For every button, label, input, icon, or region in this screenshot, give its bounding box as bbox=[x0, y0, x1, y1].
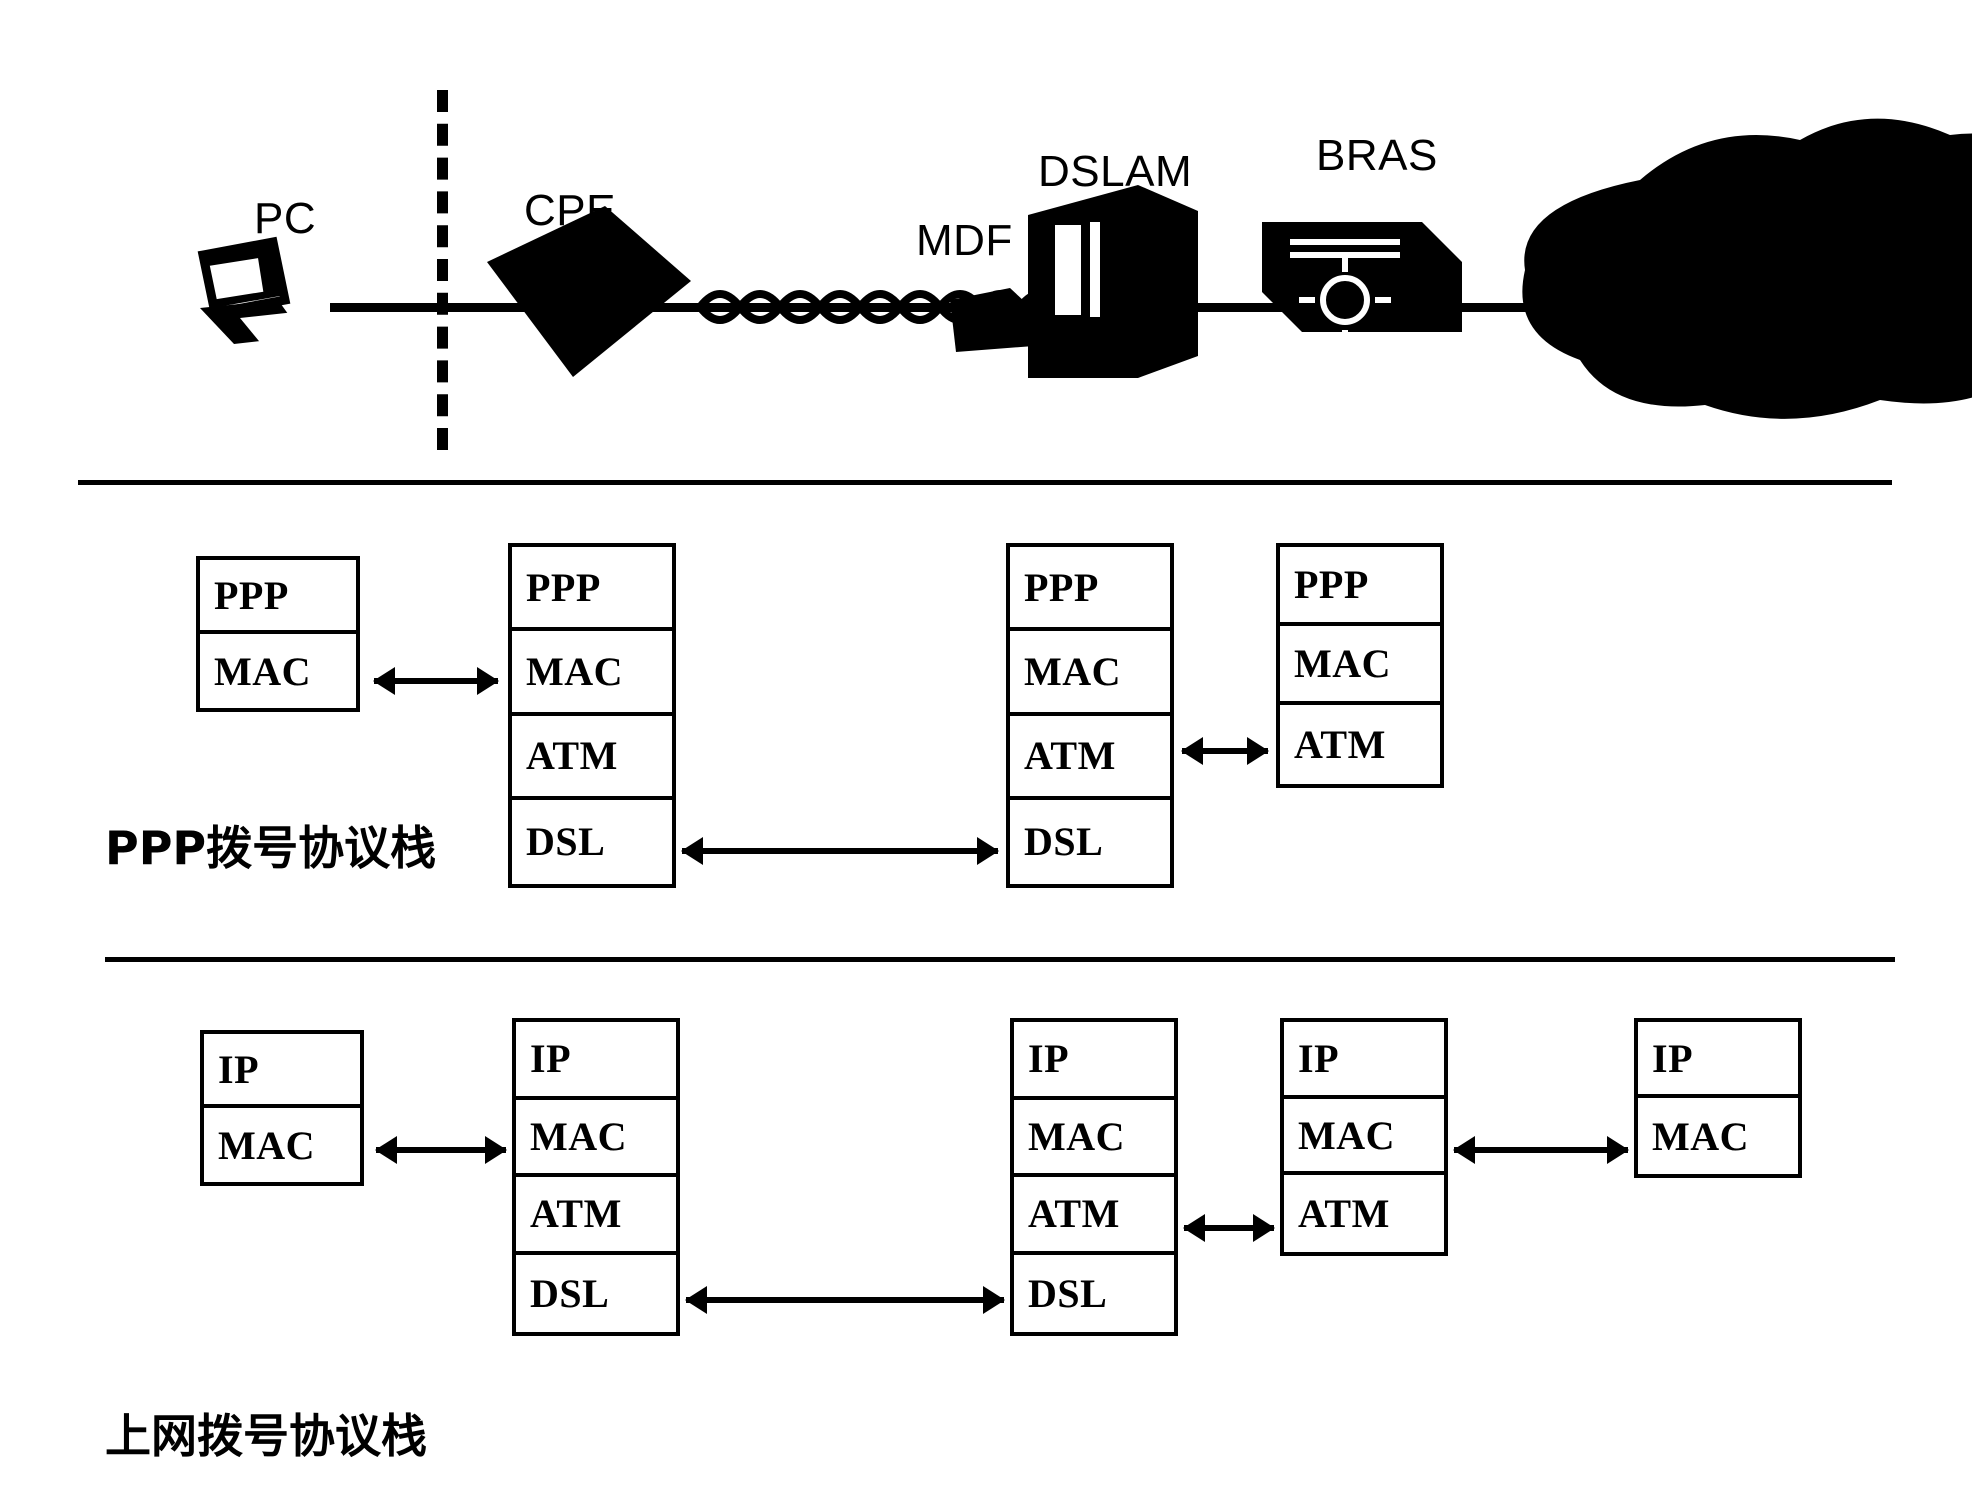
layer-cell: MAC bbox=[516, 1100, 676, 1177]
stack-ip-bras: IP MAC ATM bbox=[1280, 1018, 1448, 1256]
layer-cell: ATM bbox=[1014, 1177, 1174, 1255]
layer-cell: ATM bbox=[1010, 716, 1170, 800]
link-ip-cpe-dslam bbox=[685, 1286, 1005, 1314]
stack-ppp-bras: PPP MAC ATM bbox=[1276, 543, 1444, 788]
network-cloud-icon bbox=[1522, 118, 1972, 419]
layer-cell: MAC bbox=[218, 1122, 316, 1168]
stack-ppp-pc: PPP MAC bbox=[196, 556, 360, 712]
layer-cell: IP bbox=[516, 1022, 676, 1100]
layer-cell: DSL bbox=[1024, 819, 1104, 865]
layer-cell: IP bbox=[1014, 1022, 1174, 1100]
layer-cell: MAC bbox=[1010, 631, 1170, 716]
layer-cell: MAC bbox=[1652, 1113, 1750, 1159]
dslam-icon bbox=[1028, 185, 1198, 378]
layer-cell: IP bbox=[204, 1034, 360, 1108]
boundary-divider bbox=[437, 90, 448, 450]
layer-cell: MAC bbox=[1284, 1099, 1444, 1176]
topology-label-mdf: MDF bbox=[916, 216, 1013, 265]
layer-cell: MAC bbox=[512, 631, 672, 716]
link-ppp-dslam-bras bbox=[1181, 737, 1269, 765]
layer-cell: IP bbox=[1638, 1022, 1798, 1098]
link-ip-dslam-bras bbox=[1183, 1214, 1275, 1242]
layer-cell: IP bbox=[1284, 1022, 1444, 1099]
caption-ip-stack: 上网拨号协议栈 bbox=[105, 1409, 427, 1463]
layer-cell: PPP bbox=[512, 547, 672, 632]
layer-cell: MAC bbox=[214, 648, 312, 694]
link-ppp-cpe-dslam bbox=[681, 837, 999, 865]
topology-label-cpe: CPE bbox=[524, 186, 616, 235]
layer-cell: PPP bbox=[1010, 547, 1170, 632]
link-ppp-pc-cpe bbox=[373, 667, 499, 695]
section-rule-top bbox=[78, 480, 1892, 485]
link-ip-pc-cpe bbox=[375, 1136, 507, 1164]
link-ip-bras-server bbox=[1453, 1136, 1629, 1164]
stack-ip-cpe: IP MAC ATM DSL bbox=[512, 1018, 680, 1336]
layer-cell: PPP bbox=[1280, 547, 1440, 627]
diagram-canvas: PC CPE MDF DSLAM BRAS PPP MAC PPP MAC AT… bbox=[0, 0, 1972, 1508]
layer-cell: MAC bbox=[1014, 1100, 1174, 1177]
pc-icon bbox=[197, 236, 315, 346]
stack-ip-server: IP MAC bbox=[1634, 1018, 1802, 1178]
layer-cell: DSL bbox=[526, 819, 606, 865]
stack-ppp-cpe: PPP MAC ATM DSL bbox=[508, 543, 676, 888]
topology-label-pc: PC bbox=[254, 194, 317, 243]
bras-icon bbox=[1262, 222, 1462, 344]
topology-label-dslam: DSLAM bbox=[1038, 147, 1193, 196]
section-rule-middle bbox=[105, 957, 1895, 962]
layer-cell: ATM bbox=[516, 1177, 676, 1255]
topology-label-bras: BRAS bbox=[1316, 131, 1438, 180]
layer-cell: MAC bbox=[1280, 626, 1440, 705]
layer-cell: DSL bbox=[1028, 1270, 1108, 1316]
stack-ppp-dslam: PPP MAC ATM DSL bbox=[1006, 543, 1174, 888]
caption-ppp-stack: PPP拨号协议栈 bbox=[105, 821, 437, 875]
layer-cell: ATM bbox=[1298, 1191, 1390, 1237]
layer-cell: ATM bbox=[1294, 721, 1386, 767]
layer-cell: ATM bbox=[512, 716, 672, 800]
layer-cell: DSL bbox=[530, 1270, 610, 1316]
layer-cell: PPP bbox=[200, 560, 356, 634]
stack-ip-pc: IP MAC bbox=[200, 1030, 364, 1186]
stack-ip-dslam: IP MAC ATM DSL bbox=[1010, 1018, 1178, 1336]
